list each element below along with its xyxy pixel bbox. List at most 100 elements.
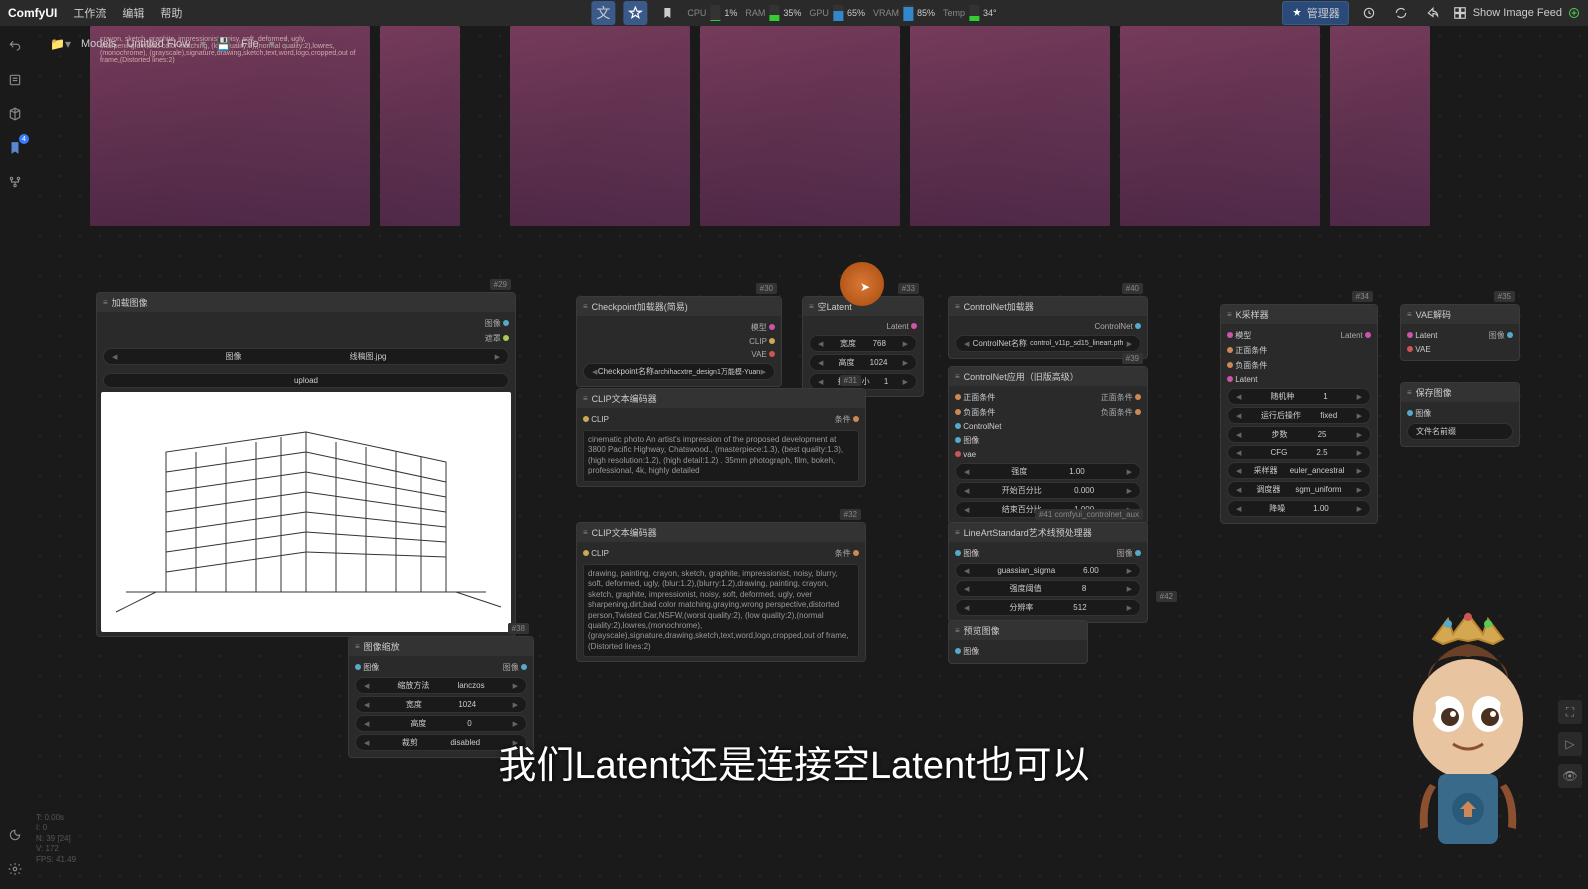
nodes-icon[interactable]	[5, 172, 25, 192]
ram-stat: RAM 35%	[745, 5, 801, 21]
controlnet-select-widget[interactable]: ◀ControlNet名称control_v11p_sd15_lineart.p…	[955, 335, 1141, 352]
node-vae-decode[interactable]: #35 ≡VAE解码 Latent图像 VAE	[1400, 304, 1520, 361]
node-controlnet-loader[interactable]: #40 ≡ControlNet加载器 ControlNet ◀ControlNe…	[948, 296, 1148, 359]
send-icon[interactable]: ▷	[1558, 732, 1582, 756]
node-controlnet-apply[interactable]: #39 ≡ControlNet应用（旧版高级） 正面条件正面条件 负面条件负面条…	[948, 366, 1148, 525]
hamburger-icon[interactable]: ≡	[103, 298, 108, 307]
positive-prompt-text[interactable]: cinematic photo An artist's impression o…	[583, 430, 859, 482]
left-sidebar	[0, 26, 30, 889]
manager-button[interactable]: 管理器	[1282, 1, 1349, 25]
hamburger-icon[interactable]: ≡	[583, 302, 588, 311]
character-avatar	[1378, 589, 1558, 869]
app-logo: ComfyUI	[8, 6, 57, 20]
translate-icon[interactable]: 文	[591, 1, 615, 25]
node-ksampler[interactable]: #34 ≡K采样器 模型Latent 正面条件 负面条件 Latent ◀随机种…	[1220, 304, 1378, 524]
filename-widget[interactable]: 文件名前缀	[1407, 423, 1513, 440]
sampler-widget[interactable]: ◀采样器euler_ancestral▶	[1227, 462, 1371, 479]
scheduler-widget[interactable]: ◀调度器sgm_uniform▶	[1227, 481, 1371, 498]
node-badge: #32	[840, 509, 861, 520]
node-checkpoint-loader[interactable]: #30 ≡Checkpoint加载器(简易) 模型 CLIP VAE ◀Chec…	[576, 296, 782, 387]
node-load-image[interactable]: #29 ≡加载图像 图像 遮罩 ◀图像线稿图.jpg▶ upload	[96, 292, 516, 637]
sigma-widget[interactable]: ◀guassian_sigma6.00▶	[955, 563, 1141, 578]
breadcrumb-file[interactable]: File	[241, 38, 259, 50]
node-badge-2: #42	[1156, 591, 1177, 602]
control-widget[interactable]: ◀运行后操作fixed▶	[1227, 407, 1371, 424]
show-image-feed-button[interactable]: Show Image Feed	[1453, 6, 1580, 20]
start-widget[interactable]: ◀开始百分比0.000▶	[955, 482, 1141, 499]
reset-view-icon[interactable]	[1357, 1, 1381, 25]
denoise-widget[interactable]: ◀降噪1.00▶	[1227, 500, 1371, 517]
node-badge: #33	[898, 283, 919, 294]
node-badge-ext: #41 comfyui_controlnet_aux	[1035, 509, 1143, 520]
hamburger-icon[interactable]: ≡	[583, 528, 588, 537]
top-bar: ComfyUI 工作流 编辑 帮助 文 CPU 1% RAM 35% GPU 6…	[0, 0, 1588, 26]
negative-prompt-text[interactable]: drawing, painting, crayon, sketch, graph…	[583, 564, 859, 657]
hamburger-icon[interactable]: ≡	[809, 302, 814, 311]
topbar-left: ComfyUI 工作流 编辑 帮助	[8, 5, 182, 21]
eye-icon[interactable]: 👁	[1558, 764, 1582, 788]
threshold-widget[interactable]: ◀强度阈值8▶	[955, 580, 1141, 597]
menu-edit[interactable]: 编辑	[122, 5, 144, 21]
preview-image-5	[910, 26, 1110, 226]
hamburger-icon[interactable]: ≡	[955, 626, 960, 635]
node-lineart-preprocessor[interactable]: #41 comfyui_controlnet_aux ≡LineArtStand…	[948, 522, 1148, 623]
hamburger-icon[interactable]: ≡	[1407, 310, 1412, 319]
preview-image-3	[510, 26, 690, 226]
chevron-down-icon[interactable]: ▾	[200, 37, 206, 51]
moon-icon[interactable]	[5, 825, 25, 845]
node-preview-image[interactable]: ≡预览图像 图像	[948, 620, 1088, 664]
menu-workflow[interactable]: 工作流	[73, 5, 106, 21]
brush-icon[interactable]	[623, 1, 647, 25]
share-icon[interactable]	[1421, 1, 1445, 25]
gpu-stat: GPU 65%	[809, 5, 865, 21]
node-badge: #38	[508, 623, 529, 634]
cfg-widget[interactable]: ◀CFG2.5▶	[1227, 445, 1371, 460]
breadcrumb-flow[interactable]: Untitled Flow	[126, 38, 190, 50]
vram-stat: VRAM 85%	[873, 5, 935, 21]
upload-button[interactable]: upload	[103, 373, 509, 388]
undo-icon[interactable]	[5, 36, 25, 56]
settings-icon[interactable]	[5, 859, 25, 879]
hamburger-icon[interactable]: ≡	[583, 394, 588, 403]
node-badge: #29	[490, 279, 511, 290]
node-clip-negative[interactable]: #32 ≡CLIP文本编码器 CLIP条件 drawing, painting,…	[576, 522, 866, 662]
bookmark-sidebar-icon[interactable]	[5, 138, 25, 158]
preview-image-7	[1330, 26, 1430, 226]
height-widget[interactable]: ◀高度0▶	[355, 715, 527, 732]
list-icon[interactable]	[5, 70, 25, 90]
hamburger-icon[interactable]: ≡	[955, 372, 960, 381]
steps-widget[interactable]: ◀步数25▶	[1227, 426, 1371, 443]
expand-icon[interactable]: ⛶	[285, 36, 293, 51]
hamburger-icon[interactable]: ≡	[1407, 388, 1412, 397]
cube-icon[interactable]	[5, 104, 25, 124]
strength-widget[interactable]: ◀强度1.00▶	[955, 463, 1141, 480]
resolution-widget[interactable]: ◀分辨率512▶	[955, 599, 1141, 616]
width-widget[interactable]: ◀宽度768▶	[809, 335, 917, 352]
method-widget[interactable]: ◀缩放方法lanczos▶	[355, 677, 527, 694]
node-empty-latent[interactable]: #33 ≡空Latent Latent ◀宽度768▶ ◀高度1024▶ ◀批次…	[802, 296, 924, 397]
node-save-image[interactable]: ≡保存图像 图像 文件名前缀	[1400, 382, 1520, 447]
width-widget[interactable]: ◀宽度1024▶	[355, 696, 527, 713]
hamburger-icon[interactable]: ≡	[955, 528, 960, 537]
chevron-down-icon-2[interactable]: ▾	[269, 37, 275, 51]
height-widget[interactable]: ◀高度1024▶	[809, 354, 917, 371]
node-badge: #39	[1122, 353, 1143, 364]
menu-help[interactable]: 帮助	[160, 5, 182, 21]
folder-icon[interactable]: 📁▾	[50, 37, 71, 51]
temp-stat: Temp 34°	[943, 5, 997, 21]
bookmark-icon[interactable]	[655, 1, 679, 25]
save-icon[interactable]: 💾	[216, 37, 231, 51]
hamburger-icon[interactable]: ≡	[355, 642, 360, 651]
fullscreen-icon[interactable]: ⛶	[1558, 700, 1582, 724]
seed-widget[interactable]: ◀随机种1▶	[1227, 388, 1371, 405]
refresh-icon[interactable]	[1389, 1, 1413, 25]
hamburger-icon[interactable]: ≡	[955, 302, 960, 311]
preview-image-4	[700, 26, 900, 226]
hamburger-icon[interactable]: ≡	[1227, 310, 1232, 319]
node-badge: #31	[840, 375, 861, 386]
node-badge: #35	[1494, 291, 1515, 302]
checkpoint-select-widget[interactable]: ◀Checkpoint名称archihacxtre_design1万能模-Yua…	[583, 363, 775, 380]
node-clip-positive[interactable]: #31 ≡CLIP文本编码器 CLIP条件 cinematic photo An…	[576, 388, 866, 487]
image-select-widget[interactable]: ◀图像线稿图.jpg▶	[103, 348, 509, 365]
breadcrumb-models[interactable]: Models	[81, 38, 116, 50]
